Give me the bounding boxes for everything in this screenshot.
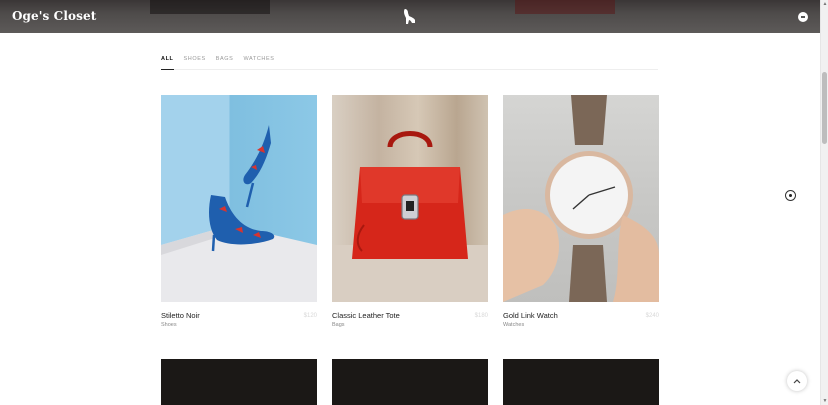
brand-title[interactable]: Oge's Closet — [12, 9, 96, 23]
page: Oge's Closet ALL SHOES BAGS WATCHES Stil… — [0, 0, 828, 405]
product-category: Watches — [503, 322, 525, 328]
menu-button[interactable] — [798, 12, 808, 22]
header-bg-strip — [515, 0, 615, 14]
product-name[interactable]: Stiletto Noir — [161, 311, 200, 320]
tab-shoes[interactable]: SHOES — [184, 55, 206, 70]
header-bg-strip — [150, 0, 270, 14]
site-header: Oge's Closet — [0, 0, 820, 33]
tab-bags[interactable]: BAGS — [216, 55, 234, 70]
product-card[interactable] — [503, 359, 659, 405]
product-price: $180 — [474, 313, 488, 319]
product-card[interactable] — [161, 359, 317, 405]
product-card[interactable]: Classic Leather Tote Bags $180 — [332, 95, 488, 328]
product-price: $120 — [303, 313, 317, 319]
high-heel-logo-icon[interactable] — [401, 8, 417, 25]
filter-tabs: ALL SHOES BAGS WATCHES — [161, 55, 658, 70]
product-card[interactable] — [332, 359, 488, 405]
scrollbar-thumb[interactable] — [822, 72, 827, 144]
floral-stiletto-image[interactable] — [161, 95, 317, 302]
back-to-top-button[interactable] — [787, 371, 807, 391]
chevron-up-icon — [793, 379, 801, 384]
product-price: $240 — [645, 313, 659, 319]
red-handbag-image[interactable] — [332, 95, 488, 302]
tab-watches[interactable]: WATCHES — [243, 55, 274, 70]
product-category: Bags — [332, 322, 345, 328]
product-name[interactable]: Gold Link Watch — [503, 311, 558, 320]
product-card[interactable]: Stiletto Noir Shoes $120 — [161, 95, 317, 328]
scroll-up-arrow-icon[interactable]: ▲ — [822, 0, 828, 8]
carousel-dot-icon — [789, 194, 792, 197]
product-category: Shoes — [161, 322, 177, 328]
wristwatch-image[interactable] — [503, 95, 659, 302]
carousel-dot-button[interactable] — [785, 190, 796, 201]
scroll-down-arrow-icon[interactable]: ▼ — [822, 397, 828, 405]
vertical-scrollbar[interactable]: ▲ ▼ — [820, 0, 828, 405]
product-name[interactable]: Classic Leather Tote — [332, 311, 400, 320]
tab-all[interactable]: ALL — [161, 55, 174, 70]
menu-icon — [801, 16, 805, 18]
product-card[interactable]: Gold Link Watch Watches $240 — [503, 95, 659, 328]
